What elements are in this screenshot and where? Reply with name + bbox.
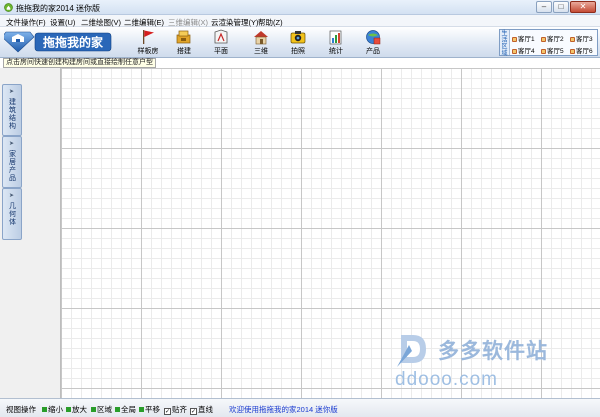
close-button[interactable]: ✕ [570,1,596,13]
plan-button[interactable]: 平面 [201,29,241,57]
zoom-in-label: 放大 [72,405,87,414]
zoom-area-icon [91,407,96,412]
zoom-all-label: 全局 [121,405,136,414]
tab-geometry[interactable]: ➤ 几何体 [2,188,22,240]
app-logo: 拖拖我的家 [4,31,112,53]
room-item[interactable]: 客厅1 [512,33,535,43]
pan-button[interactable]: 平移 [139,404,160,415]
pan-icon [139,407,144,412]
stats-icon [329,30,342,45]
zoom-area-label: 区域 [97,405,112,414]
logo-text: 拖拖我的家 [43,35,104,50]
sample-room-label: 样板房 [137,48,159,55]
build-icon [176,30,191,44]
camera-icon [290,31,306,44]
expand-arrow-icon: ➤ [9,89,15,95]
room-panel-label: 生活 区域 [500,30,510,57]
room-item[interactable]: 客厅4 [512,45,535,55]
build-button[interactable]: 搭建 [164,29,204,57]
watermark-url: ddooo.com [395,369,499,390]
zoom-out-icon [42,407,47,412]
3d-label: 三维 [254,48,268,55]
view-operations-label: 视图操作 [6,405,36,414]
tab-building-structure[interactable]: ➤ 建筑结构 [2,84,22,136]
build-label: 搭建 [177,48,191,55]
room-icon [512,49,517,54]
room-icon [541,49,546,54]
expand-arrow-icon: ➤ [9,141,15,147]
window-title: 拖拖我的家2014 迷你版 [16,4,101,13]
zoom-out-button[interactable]: 缩小 [42,404,63,415]
watermark: 多多软件站 ddooo.com [395,325,595,395]
sample-room-button[interactable]: 样板房 [128,29,168,57]
room-item-label: 客厅5 [547,48,564,55]
app-icon [4,3,13,12]
zoom-all-button[interactable]: 全局 [115,404,136,415]
stats-button[interactable]: 统计 [316,29,356,57]
flag-icon [143,30,154,44]
room-icon [570,49,575,54]
snap-label: 贴齐 [172,405,187,414]
room-item-label: 客厅1 [518,36,535,43]
tab-label: 建筑结构 [9,99,16,130]
title-bar: 拖拖我的家2014 迷你版 – □ ✕ [0,0,600,15]
plan-label: 平面 [214,48,228,55]
checkbox-icon: ✓ [190,408,197,415]
3d-button[interactable]: 三维 [241,29,281,57]
status-bar: 视图操作 缩小 放大 区域 全局 平移 ✓ 贴齐 ✓ 直线 欢迎使用拖拖我的家201… [0,398,600,417]
room-item-label: 客厅2 [547,36,564,43]
room-icon [570,37,575,42]
room-item-label: 客厅3 [576,36,593,43]
zoom-area-button[interactable]: 区域 [91,404,112,415]
watermark-brand: 多多软件站 [438,340,548,363]
zoom-all-icon [115,407,120,412]
photo-label: 拍照 [291,48,305,55]
tab-home-products[interactable]: ➤ 家居产品 [2,136,22,188]
zoom-in-icon [66,407,71,412]
room-quick-panel: 生活 区域 客厅1 客厅2 客厅3 客厅4 客厅5 客厅6 [499,29,598,57]
straight-line-label: 直线 [198,405,213,414]
room-item[interactable]: 客厅3 [570,33,593,43]
photo-button[interactable]: 拍照 [278,29,318,57]
room-icon [541,37,546,42]
hint-tooltip: 点击房间快速创建构建房间或直接绘制任意户型 [3,58,156,68]
tab-label: 家居产品 [9,151,16,182]
stats-label: 统计 [329,48,343,55]
plan-icon [214,29,228,44]
room-item[interactable]: 客厅5 [541,45,564,55]
checkbox-icon: ✓ [164,408,171,415]
room-icon [512,37,517,42]
maximize-button[interactable]: □ [553,1,569,13]
welcome-message: 欢迎使用拖拖我的家2014 迷你版 [229,405,338,414]
zoom-in-button[interactable]: 放大 [66,404,87,415]
snap-checkbox[interactable]: ✓ 贴齐 [164,404,187,415]
room-item-label: 客厅6 [576,48,593,55]
straight-line-checkbox[interactable]: ✓ 直线 [190,404,213,415]
tab-label: 几何体 [9,203,16,226]
pan-label: 平移 [145,405,160,414]
room-item[interactable]: 客厅2 [541,33,564,43]
room-item[interactable]: 客厅6 [570,45,593,55]
expand-arrow-icon: ➤ [9,193,15,199]
product-icon [366,30,381,45]
watermark-logo-icon [397,335,426,367]
zoom-out-label: 缩小 [48,405,63,414]
window-controls: – □ ✕ [535,1,596,13]
product-button[interactable]: 产品 [353,29,393,57]
minimize-button[interactable]: – [536,1,552,13]
room-item-label: 客厅4 [518,48,535,55]
house-3d-icon [254,31,268,45]
menu-bar: 文件操作(F) 设置(U) 二维绘图(V) 二维编辑(E) 三维编辑(X) 云渲… [0,15,600,27]
product-label: 产品 [366,48,380,55]
